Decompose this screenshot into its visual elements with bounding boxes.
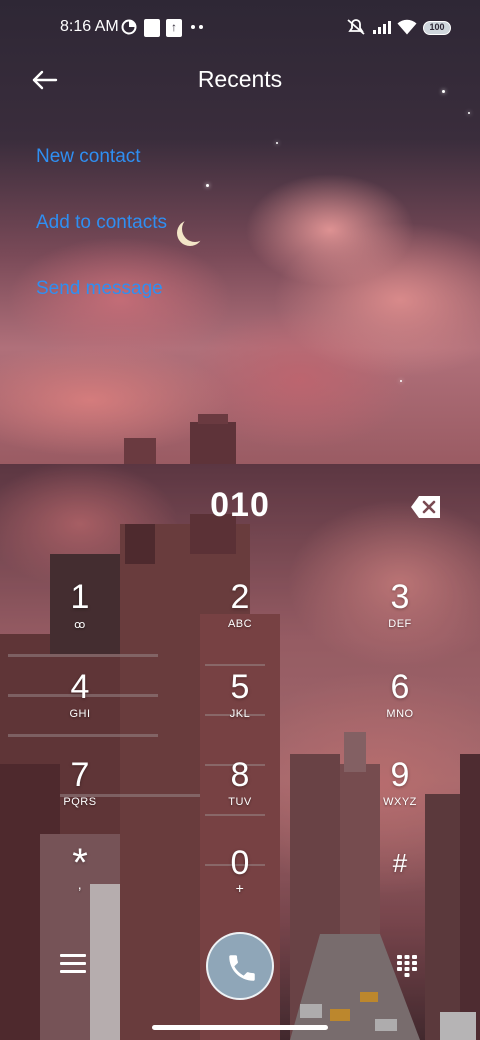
star-decoration [206,184,209,187]
battery-icon: 100 [423,21,451,35]
key-digit: # [392,848,408,878]
status-time: 8:16 AM [60,18,119,35]
key-letters: PQRS [63,796,97,808]
send-message-link[interactable]: Send message [36,278,163,300]
signal-icon [373,21,391,34]
status-bar: 8:16 AM ↑ 100 [0,0,480,56]
dial-key-3[interactable]: 3 DEF [330,566,470,646]
key-digit: 9 [390,756,410,794]
key-digit: 5 [230,668,250,706]
dial-key-star[interactable]: * , [10,832,150,912]
home-indicator[interactable] [152,1025,328,1030]
star-decoration [400,380,402,382]
key-letters: ABC [227,618,253,630]
dialed-number: 010 [210,486,270,524]
dial-key-8[interactable]: 8 TUV [170,744,310,824]
key-digit: 6 [390,668,410,706]
mute-icon [347,19,365,35]
dial-key-7[interactable]: 7 PQRS [10,744,150,824]
key-voicemail-icon: ꝏ [74,619,86,631]
backspace-icon[interactable] [410,494,442,520]
dial-key-2[interactable]: 2 ABC [170,566,310,646]
call-button[interactable] [206,932,274,1000]
dial-key-1[interactable]: 1 ꝏ [10,566,150,646]
notification-box-icon [144,19,160,37]
key-letters: JKL [229,708,251,720]
key-letters: + [235,880,245,896]
upload-icon: ↑ [166,19,182,37]
dial-key-5[interactable]: 5 JKL [170,656,310,736]
key-digit: 7 [70,756,90,794]
dial-key-6[interactable]: 6 MNO [330,656,470,736]
key-digit: 3 [390,578,410,616]
key-letters: DEF [388,618,412,630]
skyline-top-decoration [124,414,236,464]
key-letters: WXYZ [383,796,417,808]
moon-decoration [182,216,208,242]
dialpad-toggle-icon[interactable] [396,954,418,978]
star-decoration [276,142,278,144]
key-letters: TUV [228,796,252,808]
menu-icon[interactable] [60,954,86,976]
dial-key-4[interactable]: 4 GHI [10,656,150,736]
key-digit: 8 [230,756,250,794]
phone-icon [229,955,255,981]
wifi-icon [397,19,417,35]
key-digit: 4 [70,668,90,706]
more-dots-icon [191,25,203,29]
dial-key-0[interactable]: 0 + [170,832,310,912]
add-to-contacts-link[interactable]: Add to contacts [36,212,167,234]
key-digit: 0 [230,844,250,882]
data-saver-icon [121,19,137,35]
star-decoration [468,112,470,114]
key-digit: 1 [70,578,90,616]
key-letters: GHI [69,708,91,720]
new-contact-link[interactable]: New contact [36,146,141,168]
dial-key-hash[interactable]: # [330,832,470,912]
page-title: Recents [197,66,283,92]
key-letters: MNO [386,708,414,720]
dial-key-9[interactable]: 9 WXYZ [330,744,470,824]
key-letters: , [77,876,83,892]
key-digit: 2 [230,578,250,616]
